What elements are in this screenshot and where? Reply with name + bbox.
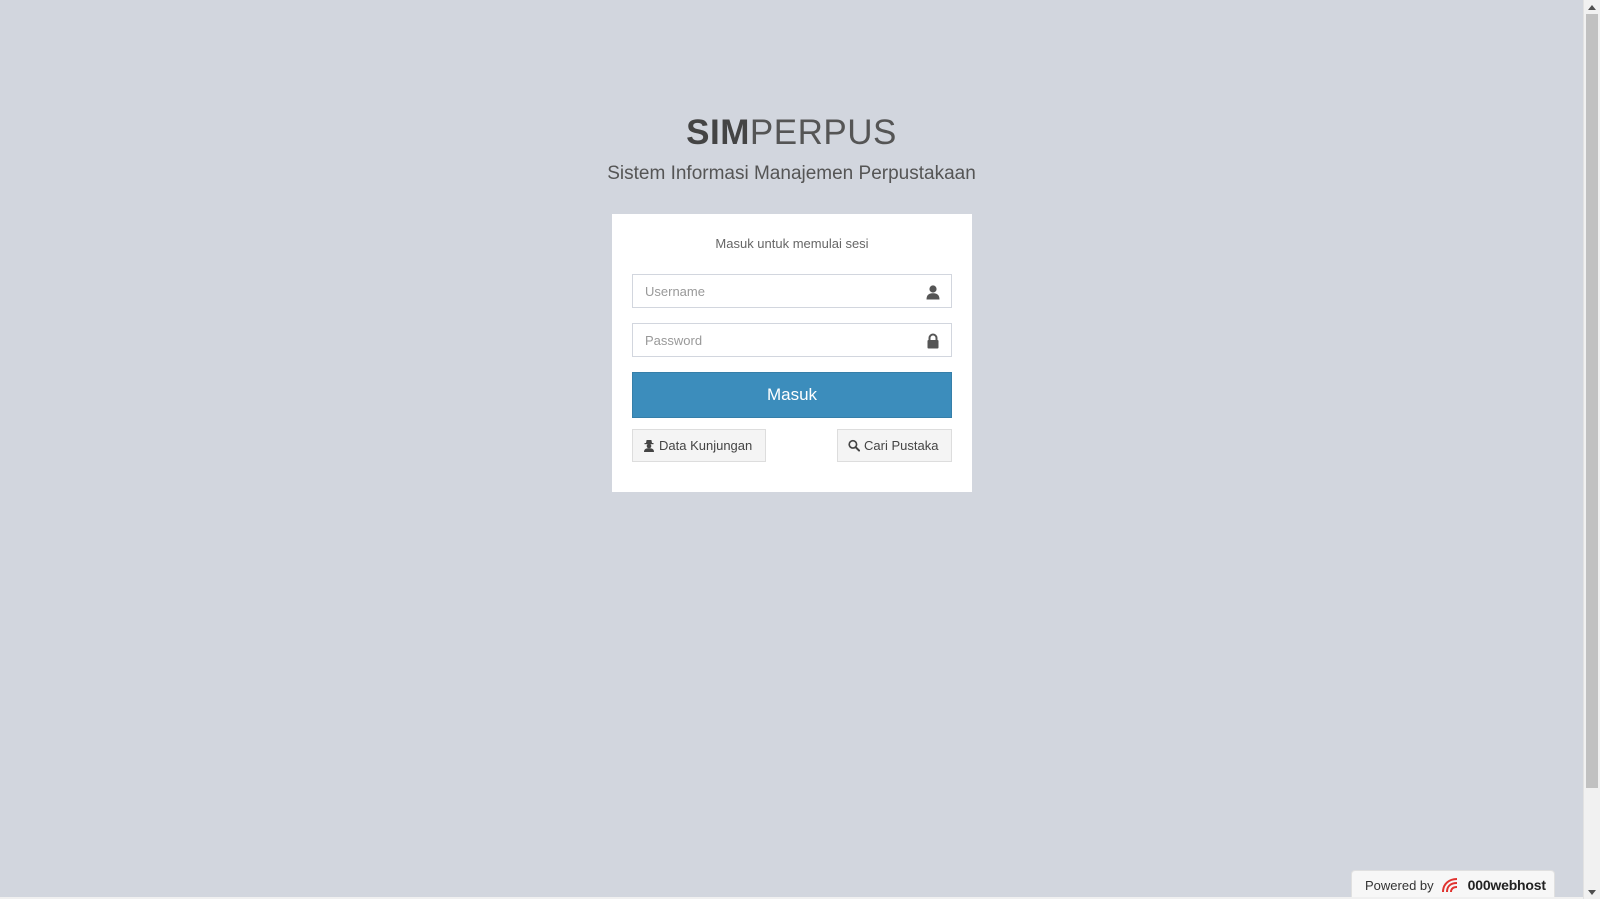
visits-data-label: Data Kunjungan	[659, 438, 753, 453]
username-input[interactable]	[633, 275, 951, 307]
login-submit-button[interactable]: Masuk	[632, 372, 952, 418]
login-message: Masuk untuk memulai sesi	[715, 236, 869, 251]
app-logo[interactable]: SIMPERPUS	[0, 113, 1583, 153]
search-library-label: Cari Pustaka	[864, 438, 939, 453]
logo-bold: SIM	[686, 113, 750, 152]
vertical-scrollbar[interactable]	[1583, 0, 1600, 899]
visits-data-button[interactable]: Data Kunjungan	[632, 429, 766, 462]
powered-by-badge[interactable]: Powered by 000webhost	[1351, 870, 1555, 899]
user-secret-icon	[644, 440, 654, 452]
000webhost-logo-icon	[1441, 878, 1457, 893]
page-background: SIMPERPUS Sistem Informasi Manajemen Per…	[0, 0, 1583, 899]
scroll-down-arrow-icon[interactable]	[1584, 885, 1600, 899]
login-box: Masuk untuk memulai sesi Masuk Da	[612, 214, 972, 492]
powered-by-brand: 000webhost	[1467, 877, 1546, 893]
scrollbar-thumb[interactable]	[1586, 14, 1598, 788]
app-subtitle: Sistem Informasi Manajemen Perpustakaan	[607, 163, 976, 184]
password-input[interactable]	[633, 324, 951, 356]
scroll-up-arrow-icon[interactable]	[1584, 0, 1600, 14]
password-field[interactable]	[632, 323, 952, 357]
search-icon	[848, 439, 860, 452]
user-icon	[926, 285, 940, 300]
logo-light: PERPUS	[749, 113, 897, 152]
search-library-button[interactable]: Cari Pustaka	[837, 429, 952, 462]
lock-icon	[927, 333, 939, 349]
username-field[interactable]	[632, 274, 952, 308]
powered-by-label: Powered by	[1365, 877, 1434, 893]
